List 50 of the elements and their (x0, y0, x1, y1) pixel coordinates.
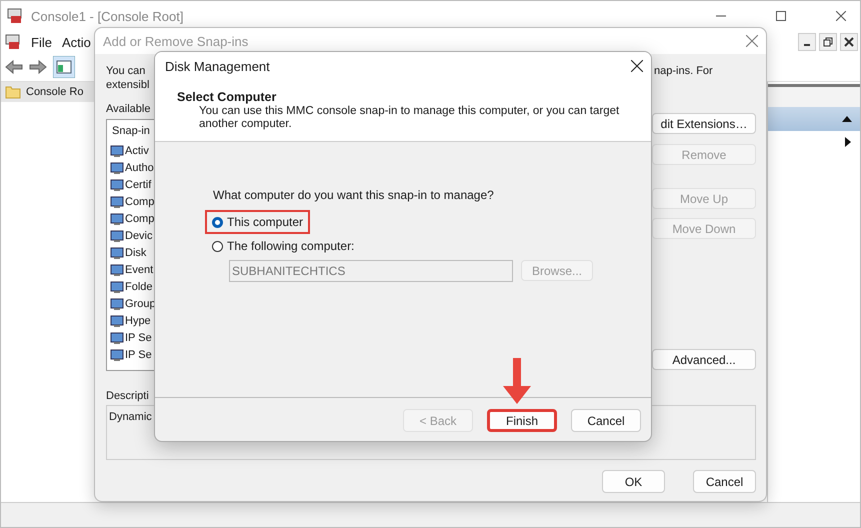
snap-in-item[interactable]: Hype (110, 312, 151, 329)
question-text: What computer do you want this snap-in to manage? (213, 188, 495, 202)
radio-option[interactable]: The following computer: (205, 234, 362, 258)
wizard-button[interactable]: Finish (487, 409, 557, 432)
side-button[interactable]: Advanced... (652, 349, 756, 370)
column-header[interactable]: Snap-in (110, 122, 152, 142)
snap-in-item[interactable]: Autho (110, 159, 154, 176)
collapse-arrow-icon[interactable] (842, 116, 852, 122)
folder-icon (5, 85, 21, 99)
snap-in-item[interactable]: Disk (110, 244, 146, 261)
snap-in-item[interactable]: Folde (110, 278, 153, 295)
wizard-title: Disk Management (165, 58, 270, 74)
console-tree-icon[interactable] (53, 56, 75, 78)
available-label: Available (106, 102, 150, 116)
description-label: Descripti (106, 389, 149, 403)
toolbox-icon (7, 8, 23, 24)
menu-item[interactable]: Actio (62, 34, 91, 50)
radio-option[interactable]: This computer (205, 210, 310, 234)
snap-in-item[interactable]: Activ (110, 142, 149, 159)
annotation-arrow-icon (501, 356, 533, 406)
wizard-button[interactable]: Cancel (571, 409, 641, 432)
dialog-button[interactable]: OK (602, 470, 665, 493)
side-button[interactable]: dit Extensions… (652, 113, 756, 134)
description-text: Dynamic (109, 410, 152, 424)
snap-in-item[interactable]: IP Se (110, 329, 152, 346)
dialog-button[interactable]: Cancel (693, 470, 756, 493)
toolbox-icon (5, 34, 21, 50)
restore-icon[interactable] (819, 33, 837, 51)
snap-in-item[interactable]: Comp (110, 193, 154, 210)
tree-item[interactable]: Console Ro (1, 82, 95, 102)
dialog-title: Add or Remove Snap-ins (103, 34, 248, 48)
snap-in-item[interactable]: IP Se (110, 346, 152, 363)
expand-arrow-icon[interactable] (845, 137, 851, 147)
window-title: Console1 - [Console Root] (31, 8, 184, 24)
forward-arrow-icon[interactable] (29, 60, 47, 74)
page-heading: Select Computer (177, 90, 278, 104)
intro-text: You can (106, 64, 146, 78)
page-subtitle: You can use this MMC console snap-in to manage this computer, or you can target another computer. (199, 105, 620, 131)
menu-item[interactable]: File (31, 34, 52, 50)
intro-text: extensibl (106, 78, 150, 92)
intro-text: nap-ins. For (653, 64, 713, 78)
snap-in-item[interactable]: Devic (110, 227, 153, 244)
close-icon[interactable] (836, 11, 846, 21)
back-arrow-icon[interactable] (5, 60, 23, 74)
snap-in-item[interactable]: Event (110, 261, 154, 278)
maximize-icon[interactable] (776, 11, 786, 21)
close-icon[interactable] (631, 60, 643, 72)
minimize-icon[interactable] (798, 33, 816, 51)
snap-in-item[interactable]: Certif (110, 176, 152, 193)
snap-in-item[interactable]: Comp (110, 210, 154, 227)
